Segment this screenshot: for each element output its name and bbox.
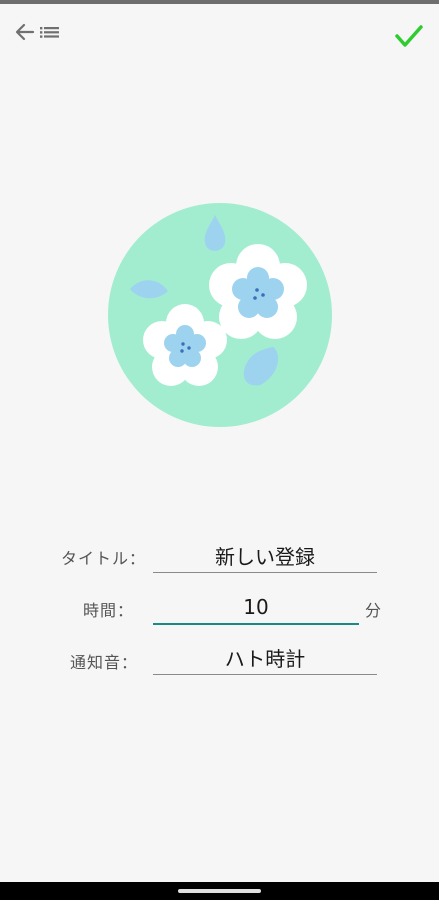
navigation-bar <box>0 882 439 900</box>
sound-input[interactable] <box>153 641 377 675</box>
back-to-list-button[interactable] <box>14 18 70 46</box>
time-input[interactable] <box>153 590 359 625</box>
list-icon <box>39 21 61 43</box>
arrow-left-icon <box>14 21 36 43</box>
home-indicator[interactable] <box>178 889 261 893</box>
status-bar <box>0 0 439 4</box>
confirm-button[interactable] <box>392 22 426 52</box>
sound-label: 通知音： <box>69 653 138 672</box>
time-label: 時間： <box>82 601 134 620</box>
time-unit-label: 分 <box>365 601 382 620</box>
flower-illustration[interactable] <box>108 203 332 427</box>
checkmark-icon <box>392 25 426 56</box>
title-input[interactable] <box>153 538 377 573</box>
title-label: タイトル： <box>60 549 146 568</box>
